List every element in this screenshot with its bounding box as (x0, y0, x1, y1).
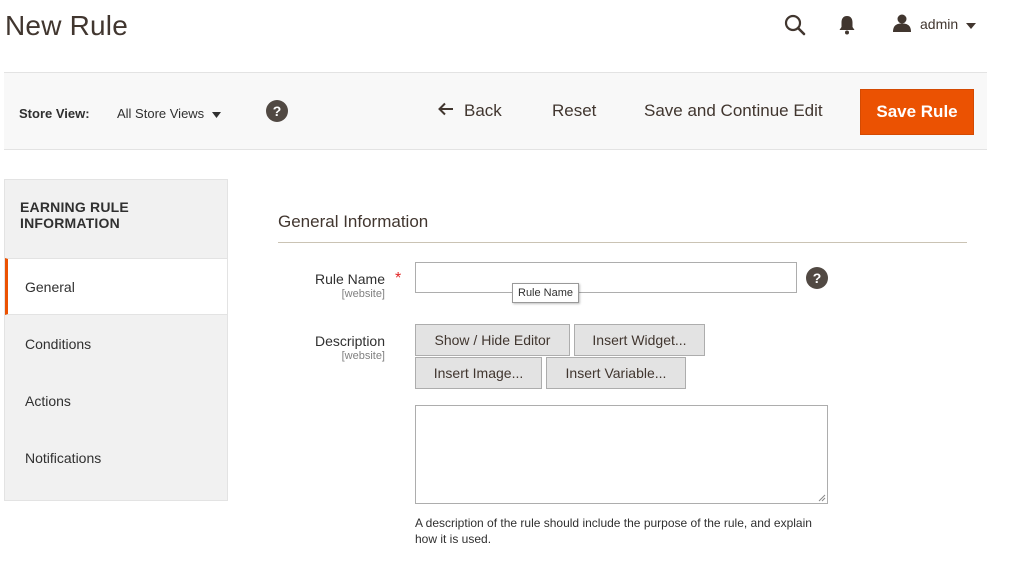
user-icon (892, 14, 912, 35)
insert-widget-button[interactable]: Insert Widget... (574, 324, 705, 356)
store-view-value: All Store Views (117, 106, 205, 121)
tab-notifications[interactable]: Notifications (5, 429, 227, 486)
rule-name-label: Rule Name (314, 271, 385, 287)
tab-actions[interactable]: Actions (5, 372, 227, 429)
admin-username: admin (920, 16, 959, 32)
save-and-continue-button[interactable]: Save and Continue Edit (644, 101, 823, 121)
sidebar-title: EARNING RULE INFORMATION (20, 199, 129, 231)
rule-name-tooltip: Rule Name (512, 283, 580, 303)
page-actions-toolbar: Store View: All Store Views ? Back Reset… (4, 72, 987, 150)
back-button-label: Back (464, 101, 502, 120)
description-textarea[interactable] (415, 405, 828, 504)
show-hide-editor-button[interactable]: Show / Hide Editor (415, 324, 570, 356)
description-label: Description (314, 333, 385, 349)
tab-conditions[interactable]: Conditions (5, 315, 227, 372)
section-divider (278, 242, 967, 243)
rule-tabs-sidebar: EARNING RULE INFORMATION General Conditi… (4, 179, 228, 501)
search-icon[interactable] (784, 14, 806, 36)
rule-name-input[interactable] (415, 262, 797, 293)
description-note: A description of the rule should include… (415, 516, 812, 546)
rule-name-help-icon[interactable]: ? (806, 267, 828, 289)
resize-handle-icon[interactable] (818, 494, 826, 502)
back-button[interactable]: Back (438, 101, 502, 121)
notifications-bell-icon[interactable] (838, 15, 856, 35)
rule-name-scope: [website] (341, 288, 385, 300)
insert-image-button[interactable]: Insert Image... (415, 357, 542, 389)
section-title: General Information (278, 212, 429, 231)
store-view-label: Store View: (19, 106, 90, 121)
store-view-help-icon[interactable]: ? (266, 100, 288, 122)
page-title: New Rule (5, 10, 128, 41)
reset-button[interactable]: Reset (552, 101, 596, 121)
required-asterisk: * (395, 270, 402, 287)
description-scope: [website] (341, 350, 385, 362)
chevron-down-icon (966, 16, 977, 32)
admin-user-menu[interactable]: admin (892, 14, 977, 35)
insert-variable-button[interactable]: Insert Variable... (546, 357, 686, 389)
chevron-down-icon (212, 106, 222, 121)
tab-general[interactable]: General (5, 258, 227, 315)
store-view-switcher[interactable]: All Store Views (117, 106, 222, 121)
save-rule-button[interactable]: Save Rule (860, 89, 974, 135)
arrow-left-icon (438, 101, 454, 121)
